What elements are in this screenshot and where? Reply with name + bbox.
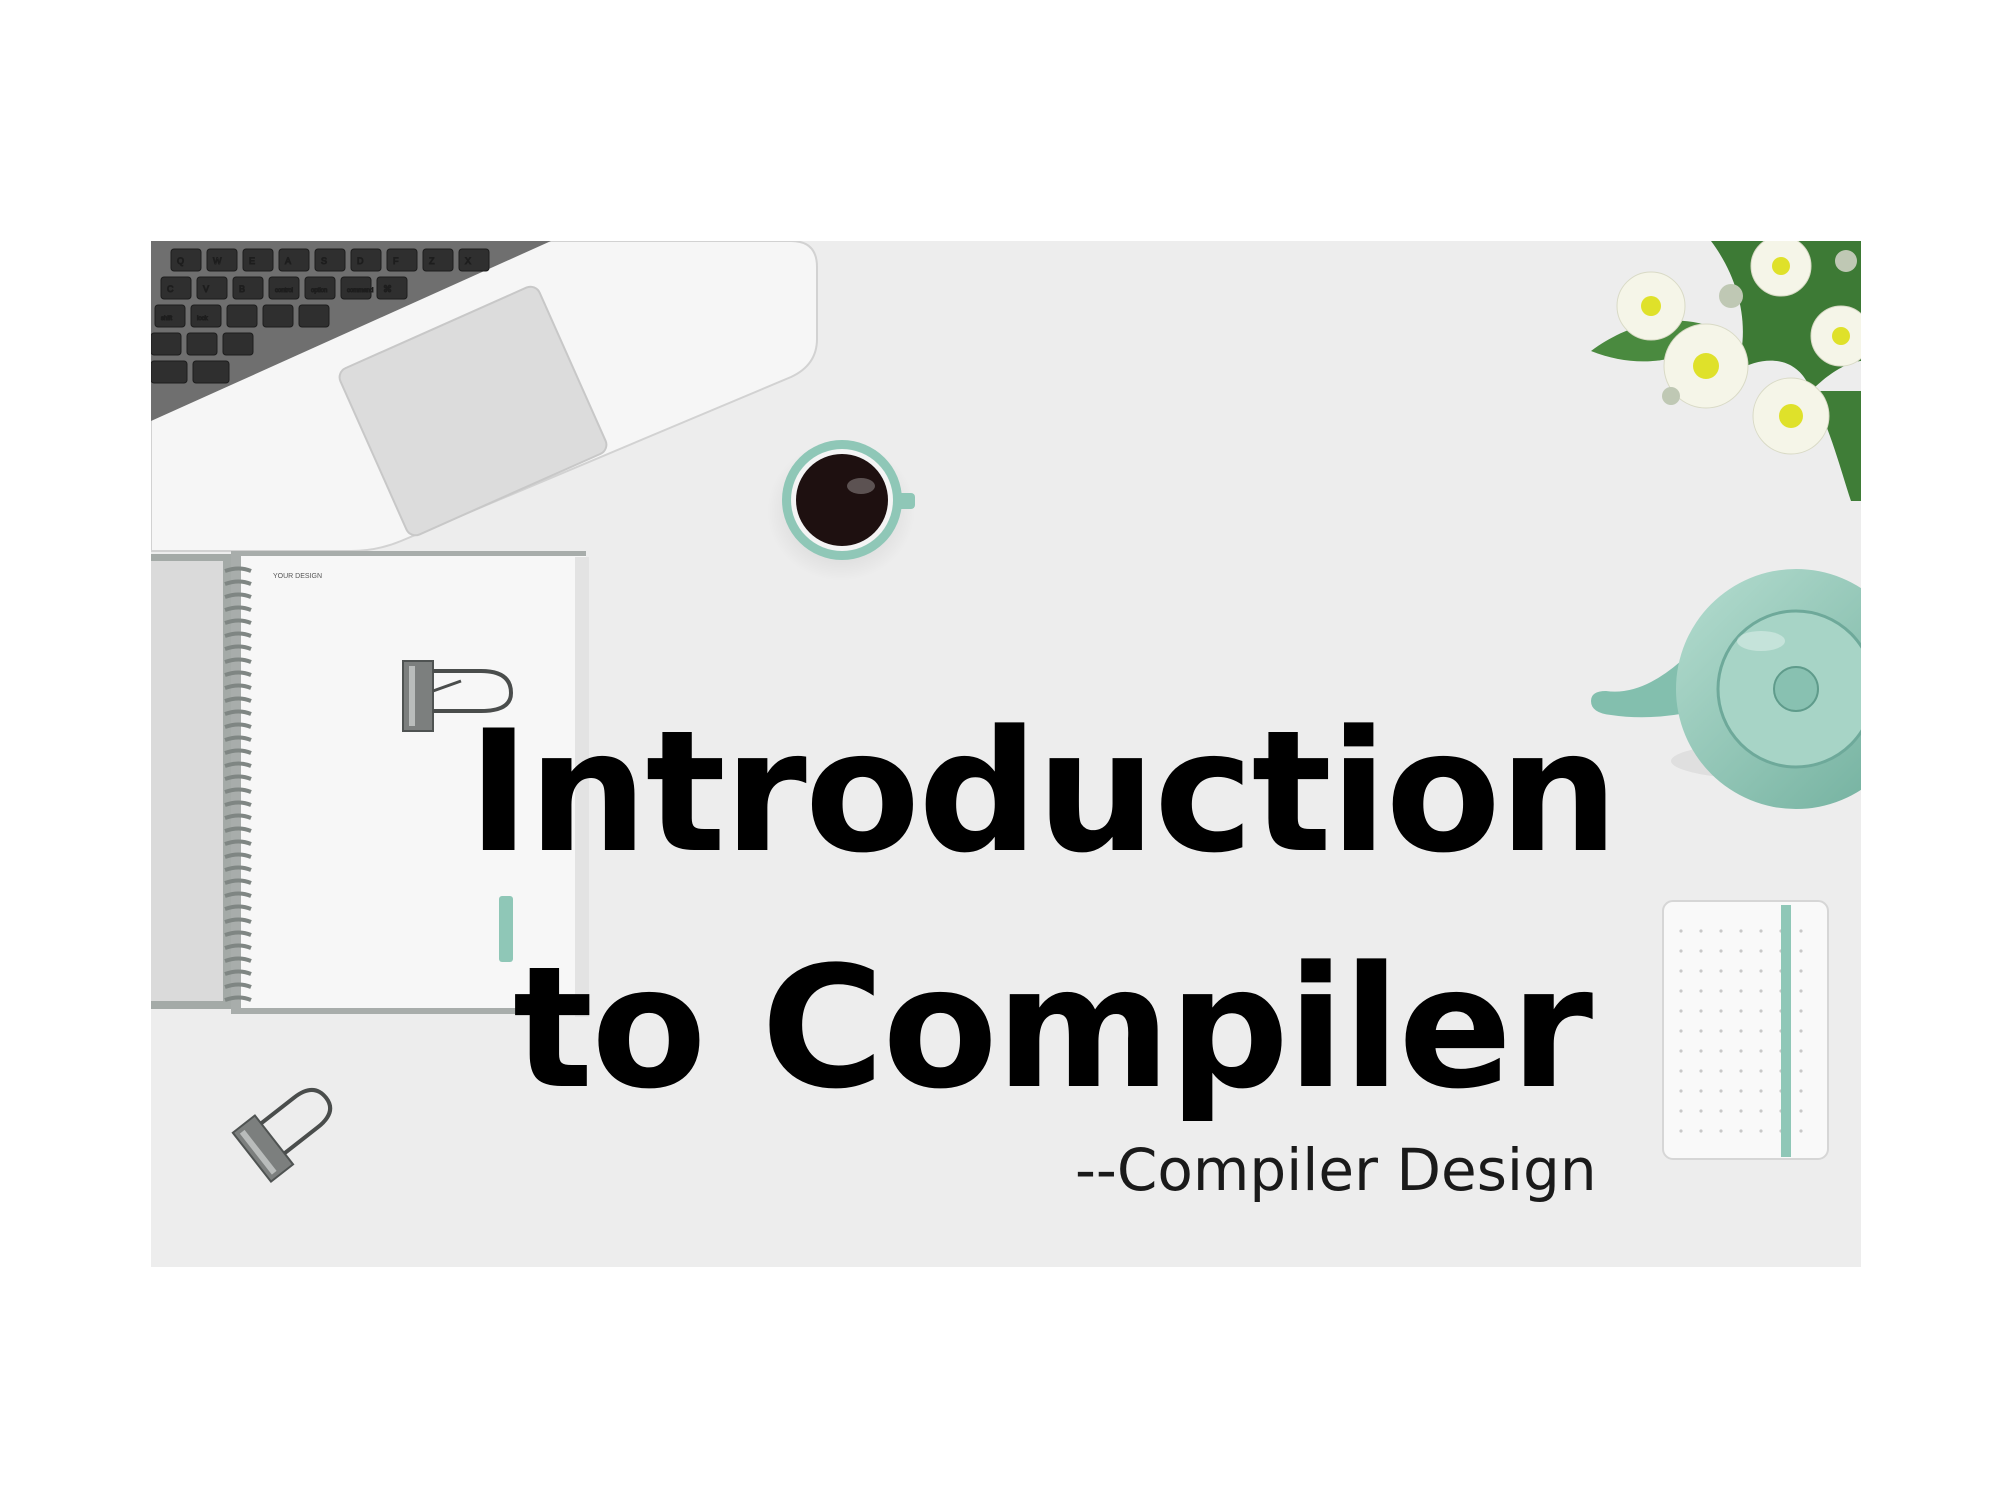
keyboard-key-label: command bbox=[347, 288, 373, 294]
coffee-cup-icon bbox=[767, 440, 915, 581]
title-line-1: Introduction bbox=[467, 694, 1618, 890]
keyboard-key-label: X bbox=[465, 256, 471, 266]
notebook-label: YOUR DESIGN bbox=[273, 573, 322, 580]
flowers-icon bbox=[1591, 241, 1861, 501]
keyboard-key-label: W bbox=[213, 256, 222, 266]
keyboard-key-label: ⌘ bbox=[383, 284, 392, 294]
title-line-2: to Compiler bbox=[512, 930, 1593, 1126]
title-slide: Q W E A S D F Z X C V Bcontrol option command ⌘ shift lo… bbox=[151, 241, 1861, 1267]
keyboard-key-label: C bbox=[167, 284, 174, 294]
slide-subtitle: --Compiler Design bbox=[1075, 1136, 1597, 1204]
keyboard-key-label: D bbox=[357, 256, 364, 266]
laptop: Q W E A S D F Z X C V Bcontrol option command ⌘ shift lo… bbox=[151, 241, 818, 552]
keyboard-key-label: control bbox=[275, 288, 293, 294]
keyboard-key-label: B bbox=[239, 284, 245, 294]
keyboard-key-label: E bbox=[249, 256, 255, 266]
keyboard-key-label: option bbox=[311, 288, 327, 294]
keyboard-key-label: A bbox=[285, 256, 291, 266]
keyboard-key-label: F bbox=[393, 256, 399, 266]
keyboard-key-label: V bbox=[203, 284, 209, 294]
keyboard-key-label: Q bbox=[177, 256, 184, 266]
keyboard-key-label: Z bbox=[429, 256, 435, 266]
keyboard-key-label: lock bbox=[197, 316, 209, 322]
keyboard-key-label: S bbox=[321, 256, 327, 266]
slide-title: Introduction to Compiler bbox=[151, 674, 1861, 1146]
keyboard-key-label: shift bbox=[161, 316, 172, 322]
